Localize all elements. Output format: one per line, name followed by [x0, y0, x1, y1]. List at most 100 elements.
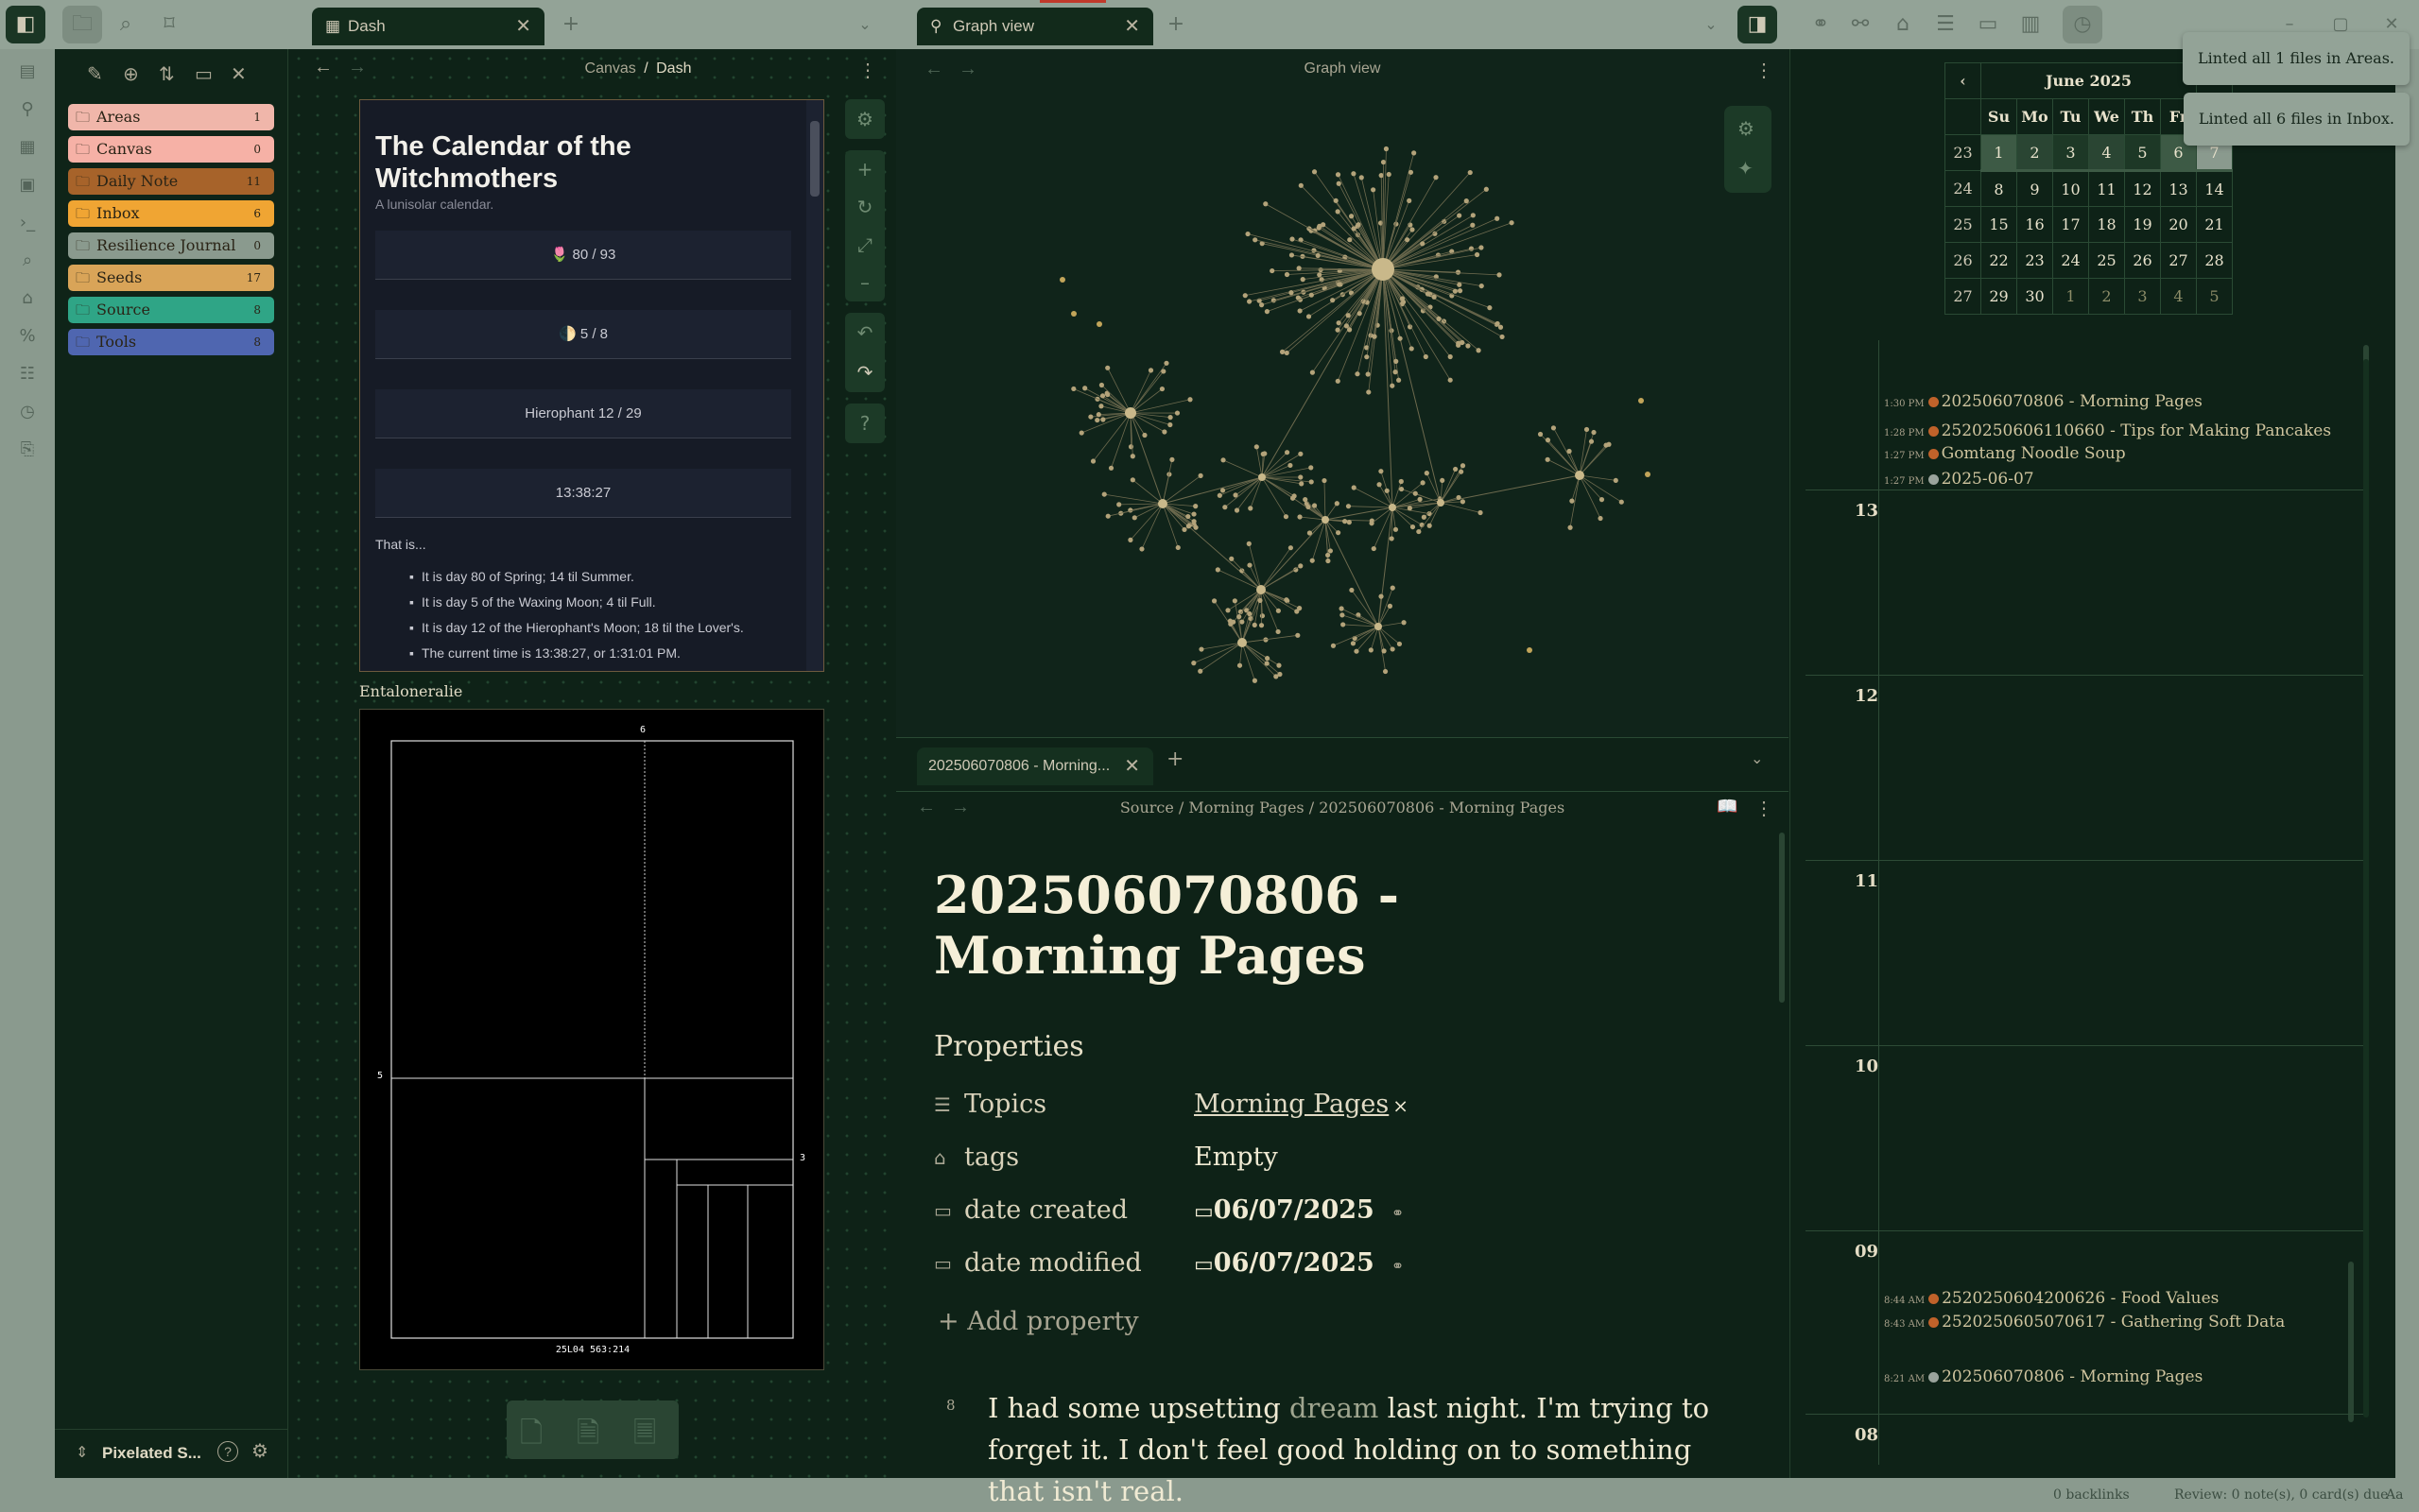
calendar-day[interactable]: 1: [2053, 279, 2089, 315]
file-icon[interactable]: ▤: [16, 60, 39, 83]
scrollbar-track[interactable]: [2363, 359, 2369, 1418]
graph-node[interactable]: [1289, 236, 1294, 241]
calendar-day[interactable]: 25: [2089, 243, 2125, 279]
property-row[interactable]: ☰TopicsMorning Pages×: [934, 1086, 1596, 1124]
graph-node[interactable]: [1265, 309, 1270, 314]
archive-icon[interactable]: ▭: [1971, 0, 2005, 49]
graph-hub-node[interactable]: [1125, 407, 1136, 419]
graph-node[interactable]: [1456, 341, 1460, 346]
sort-icon[interactable]: ⇅: [159, 62, 175, 85]
graph-node[interactable]: [1352, 226, 1356, 231]
graph-node[interactable]: [1551, 425, 1556, 430]
graph-node[interactable]: [1229, 557, 1234, 561]
calendar-day[interactable]: 10: [2053, 171, 2089, 207]
calendar-day[interactable]: 30: [2017, 279, 2053, 315]
graph-node[interactable]: [1100, 393, 1105, 398]
graph-node[interactable]: [1409, 346, 1414, 351]
graph-node[interactable]: [1448, 378, 1453, 383]
timeline-event[interactable]: 8:21 AM202506070806 - Morning Pages: [1884, 1367, 2203, 1386]
new-folder-icon[interactable]: ⊕: [123, 62, 139, 85]
graph-node[interactable]: [1476, 348, 1480, 352]
folder-source[interactable]: 🗀Source8: [68, 297, 274, 323]
graph-node[interactable]: [1399, 479, 1404, 484]
graph-node[interactable]: [1142, 433, 1147, 438]
graph-node[interactable]: [1484, 187, 1489, 192]
graph-node[interactable]: [1471, 213, 1476, 217]
graph-node[interactable]: [1228, 622, 1233, 627]
graph-node[interactable]: [1287, 463, 1292, 468]
graph-node[interactable]: [1220, 457, 1225, 462]
graph-node[interactable]: [1298, 308, 1303, 313]
calendar-day[interactable]: 24: [2053, 243, 2089, 279]
graph-node[interactable]: [1425, 471, 1429, 475]
graph-node[interactable]: [1584, 427, 1589, 432]
search-icon[interactable]: ⌕: [106, 0, 146, 49]
link-icon[interactable]: ⚭: [1391, 1257, 1404, 1275]
add-card-icon[interactable]: 🗋: [520, 1412, 543, 1460]
graph-node[interactable]: [1263, 201, 1268, 206]
breadcrumb-item[interactable]: Source: [1120, 799, 1174, 816]
graph-node[interactable]: [1218, 493, 1222, 498]
graph-node[interactable]: [1260, 613, 1265, 618]
sidebar-toggle-icon[interactable]: ◧: [6, 6, 45, 43]
graph-node[interactable]: [1191, 511, 1196, 516]
graph-node[interactable]: [1285, 450, 1289, 455]
graph-node[interactable]: [1099, 383, 1104, 387]
graph-node[interactable]: [1384, 146, 1389, 151]
graph-node[interactable]: [1339, 606, 1344, 610]
graph-node[interactable]: [1456, 495, 1460, 500]
graph-node[interactable]: [1334, 198, 1339, 203]
week-number[interactable]: 26: [1945, 243, 1981, 279]
reset-zoom-icon[interactable]: ↻: [845, 188, 885, 226]
graph-node[interactable]: [1175, 410, 1180, 415]
graph-node[interactable]: [1160, 387, 1165, 391]
graph-node[interactable]: [1071, 311, 1077, 317]
graph-node[interactable]: [1284, 514, 1288, 519]
graph-node[interactable]: [1351, 641, 1356, 645]
folder-inbox[interactable]: 🗀Inbox6: [68, 200, 274, 227]
graph-node[interactable]: [1297, 266, 1302, 270]
graph-node[interactable]: [1364, 354, 1369, 359]
graph-node[interactable]: [1220, 488, 1225, 492]
graph-node[interactable]: [1638, 398, 1644, 404]
graph-node[interactable]: [1262, 451, 1267, 455]
calendar-day[interactable]: 12: [2125, 171, 2161, 207]
graph-node[interactable]: [1100, 417, 1105, 421]
graph-node[interactable]: [1312, 169, 1317, 174]
calendar-day[interactable]: 21: [2197, 207, 2233, 243]
graph-node[interactable]: [1378, 594, 1383, 599]
graph-node[interactable]: [1331, 644, 1336, 648]
graph-node[interactable]: [1237, 663, 1242, 668]
graph-node[interactable]: [1280, 350, 1285, 354]
graph-hub-node[interactable]: [1158, 499, 1167, 508]
graph-node[interactable]: [1356, 222, 1360, 227]
graph-node[interactable]: [1336, 209, 1340, 214]
graph-node[interactable]: [1259, 302, 1264, 307]
timeline-event[interactable]: 1:28 PM2520250606110660 - Tips for Makin…: [1884, 421, 2331, 440]
new-tab-icon[interactable]: +: [1166, 747, 1184, 771]
calendar-day[interactable]: 11: [2089, 171, 2125, 207]
graph-node[interactable]: [1275, 629, 1280, 634]
graph-node[interactable]: [1344, 323, 1349, 328]
graph-node[interactable]: [1392, 369, 1397, 374]
calendar-day[interactable]: 15: [1981, 207, 2017, 243]
graph-node[interactable]: [1297, 514, 1302, 519]
timeline-event[interactable]: 1:27 PMGomtang Noodle Soup: [1884, 444, 2126, 463]
graph-node[interactable]: [1312, 503, 1317, 507]
graph-node[interactable]: [1097, 412, 1101, 417]
graph-node[interactable]: [1297, 606, 1302, 610]
graph-node[interactable]: [1393, 527, 1398, 532]
graph-node[interactable]: [1453, 467, 1458, 472]
graph-node[interactable]: [1132, 515, 1137, 520]
calendar-icon[interactable]: ▣: [16, 174, 39, 197]
graph-node[interactable]: [1340, 622, 1345, 627]
scrollbar-thumb[interactable]: [2348, 1262, 2354, 1422]
graph-node[interactable]: [1546, 457, 1550, 462]
graph-node[interactable]: [1383, 669, 1388, 674]
graph-node[interactable]: [1379, 173, 1384, 178]
graph-node[interactable]: [1169, 457, 1174, 462]
graph-node[interactable]: [1236, 614, 1241, 619]
graph-node[interactable]: [1391, 586, 1395, 591]
graph-node[interactable]: [1095, 418, 1099, 422]
property-row[interactable]: ▭date modified▭06/07/2025⚭: [934, 1245, 1596, 1282]
